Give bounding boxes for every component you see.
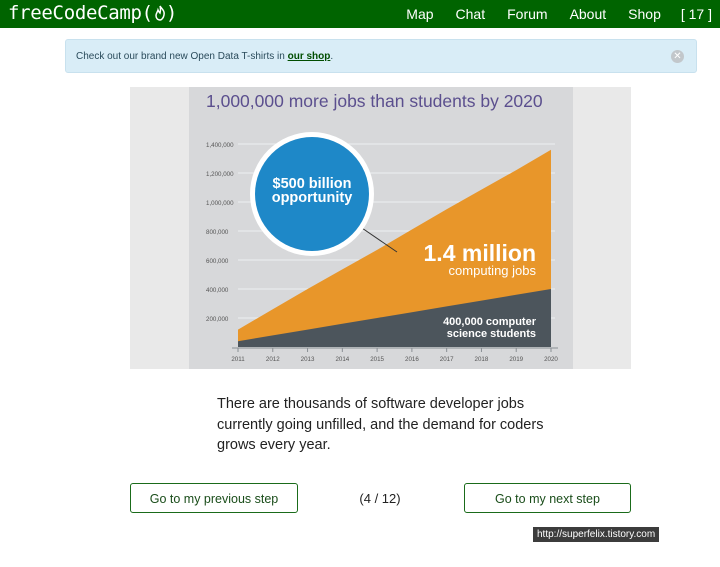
y-tick-label: 800,000: [206, 229, 229, 236]
y-tick-label: 1,400,000: [206, 142, 234, 149]
brand-text: freeCodeCamp(: [8, 2, 153, 24]
alert-message: Check out our brand new Open Data T-shir…: [76, 51, 333, 62]
nav-links: Map Chat Forum About Shop [ 17 ]: [384, 0, 712, 28]
x-tick-label: 2014: [335, 356, 349, 363]
brand-close-paren: ): [165, 2, 177, 24]
students-label-line2: science students: [447, 328, 536, 340]
bubble-connector-line: [358, 225, 398, 253]
nav-link-map[interactable]: Map: [406, 6, 433, 22]
jobs-label-line2: computing jobs: [449, 263, 537, 278]
x-tick-label: 2017: [440, 356, 454, 363]
y-tick-label: 1,200,000: [206, 171, 234, 178]
close-icon[interactable]: ✕: [671, 50, 684, 63]
watermark: http://superfelix.tistory.com: [533, 527, 660, 542]
flame-icon: [154, 1, 166, 25]
step-counter: (4 / 12): [359, 491, 401, 506]
nav-link-about[interactable]: About: [570, 6, 607, 22]
x-tick-label: 2016: [405, 356, 419, 363]
info-alert: Check out our brand new Open Data T-shir…: [65, 39, 697, 73]
nav-link-forum[interactable]: Forum: [507, 6, 547, 22]
y-tick-label: 600,000: [206, 258, 229, 265]
points-counter[interactable]: [ 17 ]: [681, 6, 712, 22]
infographic: 1,000,000 more jobs than students by 202…: [130, 87, 631, 369]
bubble-label-line2: opportunity: [272, 190, 353, 206]
previous-step-button[interactable]: Go to my previous step: [130, 483, 298, 513]
x-tick-label: 2020: [544, 356, 558, 363]
nav-link-chat[interactable]: Chat: [456, 6, 486, 22]
shop-link[interactable]: our shop: [288, 51, 331, 62]
x-tick-label: 2019: [509, 356, 523, 363]
navbar: freeCodeCamp() Map Chat Forum About Shop…: [0, 0, 720, 28]
x-tick-label: 2012: [266, 356, 280, 363]
y-tick-label: 1,000,000: [206, 200, 234, 207]
lead-paragraph: There are thousands of software develope…: [217, 396, 544, 453]
x-tick-label: 2015: [370, 356, 384, 363]
students-label-line1: 400,000 computer: [443, 316, 537, 328]
alert-suffix: .: [330, 51, 334, 62]
brand-logo[interactable]: freeCodeCamp(): [8, 1, 177, 25]
y-tick-label: 200,000: [206, 316, 229, 323]
nav-link-shop[interactable]: Shop: [628, 6, 661, 22]
x-tick-label: 2013: [301, 356, 315, 363]
jobs-chart: 200,000 400,000 600,000 800,000 1,000,000 1,2…: [206, 132, 558, 363]
x-tick-label: 2018: [475, 356, 489, 363]
y-tick-label: 400,000: [206, 287, 229, 294]
next-step-button[interactable]: Go to my next step: [464, 483, 631, 513]
x-tick-label: 2011: [231, 356, 245, 363]
alert-text: Check out our brand new Open Data T-shir…: [76, 51, 285, 62]
